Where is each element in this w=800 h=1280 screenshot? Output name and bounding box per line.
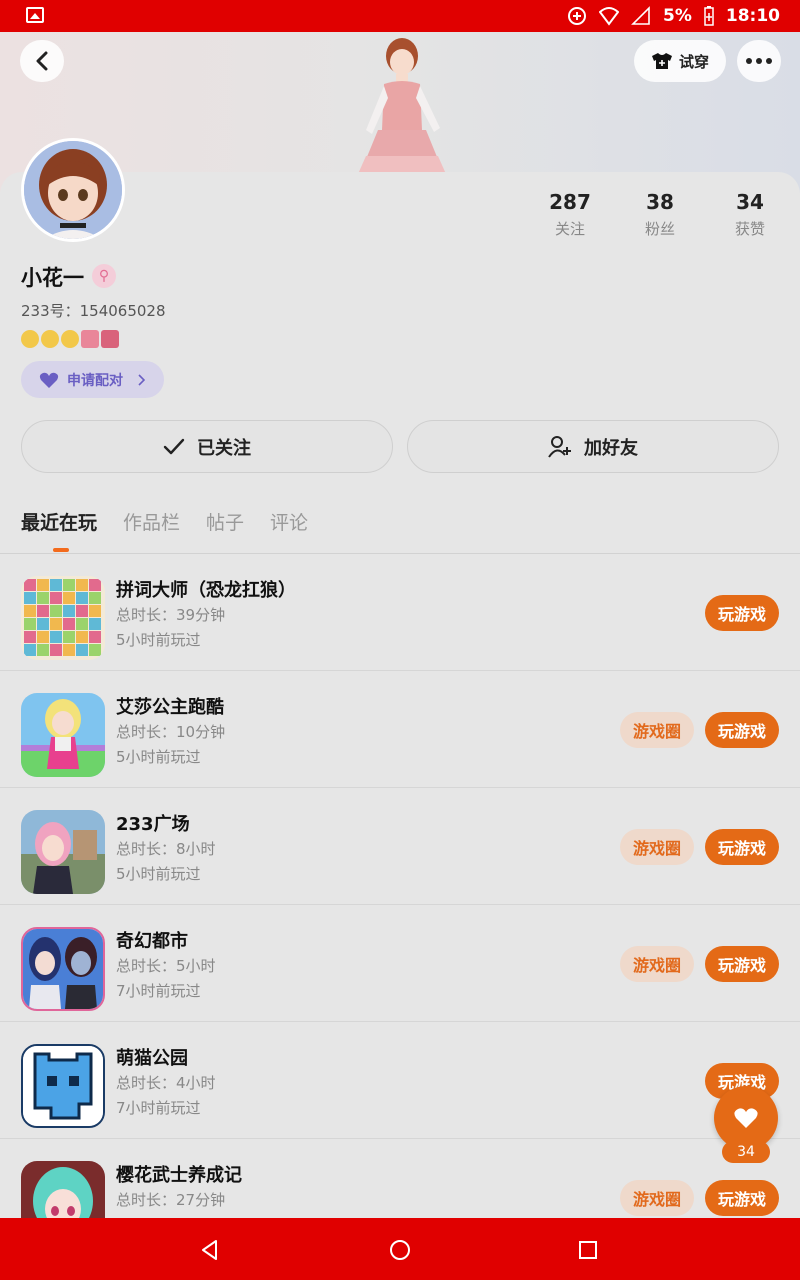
thinking-emoji-icon (61, 330, 79, 348)
game-row[interactable]: 奇幻都市 总时长：5小时 7小时前玩过 游戏圈 玩游戏 (0, 905, 800, 1022)
stat-likes-value: 34 (736, 190, 764, 214)
more-dots-icon (746, 58, 772, 64)
game-last-played: 5小时前玩过 (116, 748, 201, 766)
heart-icon (39, 372, 59, 388)
game-icon-word-puzzle (21, 576, 105, 660)
username: 小花一 (21, 266, 84, 290)
game-icon-233-square (21, 810, 105, 894)
game-name: 萌猫公园 (116, 1048, 188, 1069)
signal-icon (631, 6, 650, 25)
game-last-played: 7小时前玩过 (116, 982, 201, 1000)
game-row[interactable]: 艾莎公主跑酷 总时长：10分钟 5小时前玩过 游戏圈 玩游戏 (0, 671, 800, 788)
game-duration: 总时长：5小时 (116, 957, 216, 975)
game-row[interactable]: 萌猫公园 总时长：4小时 7小时前玩过 玩游戏 (0, 1022, 800, 1139)
nav-home-icon[interactable] (388, 1238, 412, 1262)
stat-followers-value: 38 (646, 190, 674, 214)
play-game-button[interactable]: 玩游戏 (705, 946, 779, 982)
game-duration: 总时长：27分钟 (116, 1191, 226, 1209)
nav-recents-icon[interactable] (576, 1238, 600, 1262)
gallery-notification-icon (26, 7, 44, 23)
game-circle-button[interactable]: 游戏圈 (620, 829, 694, 865)
game-circle-button[interactable]: 游戏圈 (620, 712, 694, 748)
game-name: 艾莎公主跑酷 (116, 697, 224, 718)
chevron-right-icon (138, 373, 145, 386)
system-nav-bar (0, 1218, 800, 1280)
game-row[interactable]: 拼词大师（恐龙扛狼） 总时长：39分钟 5小时前玩过 玩游戏 (0, 554, 800, 671)
ribbon-emoji-icon (81, 330, 99, 348)
game-row[interactable]: 233广场 总时长：8小时 5小时前玩过 游戏圈 玩游戏 (0, 788, 800, 905)
play-game-button[interactable]: 玩游戏 (705, 1180, 779, 1216)
more-button[interactable] (737, 40, 781, 82)
followed-button[interactable]: 已关注 (21, 420, 393, 473)
thinking-emoji-icon (41, 330, 59, 348)
play-game-button[interactable]: 玩游戏 (705, 712, 779, 748)
game-duration: 总时长：39分钟 (116, 606, 226, 624)
tab-recently-played[interactable]: 最近在玩 (21, 508, 97, 535)
game-circle-button[interactable]: 游戏圈 (620, 1180, 694, 1216)
game-duration: 总时长：4小时 (116, 1074, 216, 1092)
followed-label: 已关注 (197, 437, 251, 459)
back-arrow-icon (36, 51, 48, 71)
game-icon-cute-cat-park (21, 1044, 105, 1128)
game-name: 奇幻都市 (116, 931, 188, 952)
status-icons: 5% 18:10 (567, 0, 780, 32)
thinking-emoji-icon (21, 330, 39, 348)
wifi-icon (599, 7, 619, 26)
avatar[interactable] (21, 138, 125, 242)
user-id[interactable]: 233号：154065028 (21, 300, 166, 321)
back-button[interactable] (20, 40, 64, 82)
game-icon-fantasy-city (21, 927, 105, 1011)
check-icon (163, 438, 185, 454)
tshirt-icon (651, 53, 672, 69)
stat-following-label: 关注 (554, 220, 585, 238)
stat-following[interactable]: 287 关注 (530, 190, 610, 242)
tab-posts[interactable]: 帖子 (206, 508, 244, 535)
signature-emojis (21, 330, 119, 348)
apply-pair-button[interactable]: 申请配对 (21, 361, 164, 398)
like-count: 34 (722, 1141, 770, 1163)
add-user-icon (548, 435, 571, 458)
stat-followers[interactable]: 38 粉丝 (620, 190, 700, 242)
heart-icon (734, 1108, 758, 1128)
active-tab-indicator (53, 548, 69, 552)
tab-comments[interactable]: 评论 (270, 508, 308, 535)
play-game-button[interactable]: 玩游戏 (705, 829, 779, 865)
apply-pair-label: 申请配对 (67, 372, 123, 389)
data-saver-icon (568, 7, 586, 25)
stat-followers-label: 粉丝 (644, 220, 675, 238)
nav-back-icon[interactable] (198, 1238, 222, 1262)
battery-percent: 5% (663, 6, 692, 26)
battery-icon (704, 6, 714, 26)
game-last-played: 5小时前玩过 (116, 631, 201, 649)
stat-following-value: 287 (549, 190, 591, 214)
game-name: 233广场 (116, 814, 190, 835)
try-on-button[interactable]: 试穿 (634, 40, 726, 82)
game-circle-button[interactable]: 游戏圈 (620, 946, 694, 982)
game-last-played: 7小时前玩过 (116, 1099, 201, 1117)
try-on-label: 试穿 (678, 52, 709, 71)
tab-works[interactable]: 作品栏 (123, 508, 180, 535)
stat-likes-label: 获赞 (734, 220, 765, 238)
play-game-button[interactable]: 玩游戏 (705, 595, 779, 631)
stat-likes[interactable]: 34 获赞 (710, 190, 790, 242)
avatar-image (24, 141, 122, 239)
game-name: 樱花武士养成记 (116, 1165, 242, 1186)
profile-tabs: 最近在玩 作品栏 帖子 评论 (21, 508, 308, 535)
add-friend-label: 加好友 (584, 437, 638, 459)
game-duration: 总时长：8小时 (116, 840, 216, 858)
game-icon-elsa-parkour (21, 693, 105, 777)
add-friend-button[interactable]: 加好友 (407, 420, 779, 473)
gender-female-icon: ⚲ (92, 264, 116, 288)
status-bar: 5% 18:10 (0, 0, 800, 32)
game-duration: 总时长：10分钟 (116, 723, 226, 741)
broken-heart-emoji-icon (101, 330, 119, 348)
clock: 18:10 (725, 6, 780, 26)
game-last-played: 5小时前玩过 (116, 865, 201, 883)
game-name: 拼词大师（恐龙扛狼） (116, 580, 296, 601)
